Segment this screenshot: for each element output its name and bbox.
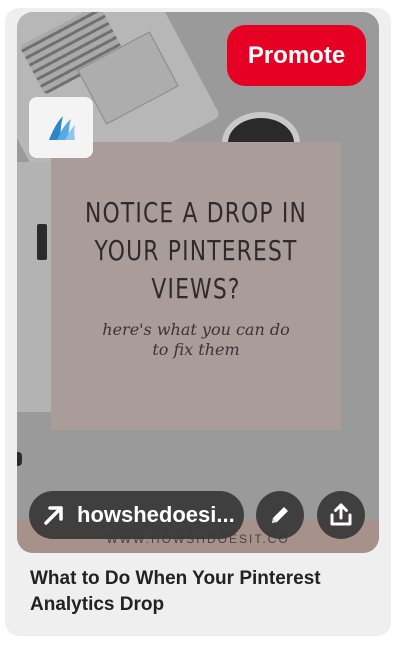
pin-text-card: NOTICE A DROP IN YOUR PINTEREST VIEWS? h… bbox=[51, 142, 341, 430]
wing-logo-icon bbox=[49, 115, 75, 140]
pin-headline: NOTICE A DROP IN YOUR PINTEREST VIEWS? bbox=[85, 196, 307, 305]
source-link-label: howshedoesi... bbox=[77, 502, 235, 527]
brand-logo[interactable] bbox=[29, 97, 93, 158]
promote-button[interactable]: Promote bbox=[227, 25, 366, 86]
arrow-up-right-icon bbox=[44, 506, 63, 525]
pin-subline: here's what you can do to fix them bbox=[102, 320, 290, 359]
pin-title[interactable]: What to Do When Your Pinterest Analytics… bbox=[30, 566, 370, 618]
pin-image[interactable]: NOTICE A DROP IN YOUR PINTEREST VIEWS? h… bbox=[17, 12, 379, 553]
source-link-button[interactable]: howshedoesi... bbox=[29, 491, 244, 539]
background-clip bbox=[37, 224, 47, 260]
share-upload-icon bbox=[330, 503, 352, 526]
pencil-icon bbox=[272, 507, 288, 523]
share-button[interactable] bbox=[317, 491, 365, 539]
edit-button[interactable] bbox=[256, 491, 304, 539]
background-dot bbox=[17, 452, 22, 466]
